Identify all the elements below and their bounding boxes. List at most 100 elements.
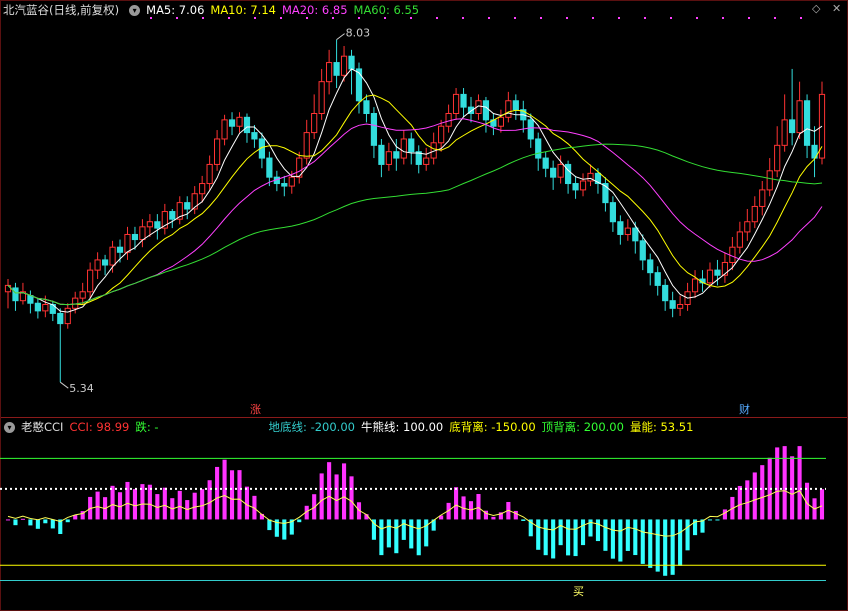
- candle-body: [101, 259, 109, 266]
- cci-bar: [177, 490, 182, 520]
- cci-bar: [244, 486, 250, 520]
- signal-dot: [332, 17, 334, 19]
- cci-bar: [685, 519, 690, 551]
- signal-dot: [696, 17, 698, 19]
- signal-dot: [384, 17, 386, 19]
- cci-bar: [722, 509, 727, 520]
- candle-body: [803, 100, 811, 146]
- cci-bar: [663, 519, 668, 576]
- candle-body: [550, 167, 557, 178]
- candle-body: [87, 269, 94, 293]
- buy-label: 买: [573, 585, 584, 598]
- signal-dot: [358, 17, 360, 19]
- cci-bar: [334, 474, 339, 520]
- cci-bar: [580, 519, 586, 546]
- cci-bar: [215, 466, 220, 520]
- candle-body: [266, 157, 273, 178]
- candle-body: [355, 68, 363, 102]
- candle-body: [27, 295, 34, 304]
- candle-body: [333, 62, 340, 76]
- signal-dot: [280, 17, 282, 19]
- cci-bar: [207, 480, 212, 520]
- candle-body: [632, 227, 639, 242]
- cci-bar: [715, 519, 720, 521]
- candle-body: [542, 157, 549, 169]
- cci-bar: [95, 491, 100, 520]
- signal-dot: [800, 17, 802, 19]
- cci-bar: [65, 519, 70, 523]
- candle-body: [691, 278, 699, 293]
- signal-dot: [254, 17, 256, 19]
- signal-dot: [592, 17, 594, 19]
- cci-bar: [476, 494, 481, 520]
- candle-body: [79, 291, 86, 299]
- candle-body: [759, 189, 766, 207]
- candle-body: [34, 302, 41, 312]
- cci-bar: [342, 463, 347, 520]
- cci-bar: [125, 481, 130, 520]
- candle-body: [146, 221, 153, 228]
- candle-body: [57, 312, 64, 325]
- candle-body: [400, 138, 407, 159]
- cci-bar: [349, 476, 354, 520]
- candle-body: [288, 176, 295, 187]
- signal-dot: [462, 17, 464, 19]
- cci-bar: [147, 484, 152, 520]
- cci-bar: [752, 472, 757, 520]
- cci-bar: [200, 489, 205, 520]
- low-price-label: 5.34: [69, 382, 94, 395]
- cci-bar: [707, 519, 713, 521]
- cci-bar: [678, 519, 683, 566]
- candle-body: [781, 119, 788, 146]
- price-annotations: 8.03 5.34 涨 财: [69, 27, 750, 416]
- candle-body: [572, 183, 579, 191]
- cci-bar: [536, 519, 541, 550]
- cci-bar: [603, 519, 608, 551]
- candle-body: [557, 163, 564, 178]
- cci-bar: [782, 446, 787, 520]
- cci-bar: [319, 473, 324, 520]
- candle-body: [12, 287, 19, 302]
- candle-body: [154, 221, 161, 229]
- cci-bar: [513, 510, 518, 520]
- high-price-pointer: [336, 33, 345, 41]
- candle-body: [609, 202, 616, 223]
- candle-body: [363, 100, 370, 115]
- candle-body: [131, 233, 139, 241]
- cci-bar: [386, 519, 391, 548]
- candle-body: [385, 151, 392, 165]
- cci-bar: [192, 492, 197, 520]
- candle-body: [497, 116, 504, 127]
- cci-bar: [282, 519, 287, 540]
- cci-bar: [454, 487, 459, 520]
- candle-body: [744, 221, 751, 233]
- signal-dot: [670, 17, 672, 19]
- cci-bar: [28, 519, 33, 526]
- cci-bar: [229, 470, 235, 520]
- cci-bar: [162, 487, 167, 520]
- candle-body: [579, 180, 587, 191]
- candle-body: [228, 119, 236, 127]
- candle-body: [482, 100, 490, 121]
- candle-body: [4, 284, 12, 293]
- candle-body: [789, 119, 796, 134]
- candle-body: [214, 138, 221, 165]
- cci-bar: [491, 516, 496, 520]
- candle-body: [729, 246, 736, 263]
- candle-body: [243, 116, 251, 134]
- signal-dot: [202, 17, 204, 19]
- cci-bar: [595, 519, 601, 542]
- cci-bar: [50, 519, 55, 529]
- cci-bar: [237, 470, 242, 520]
- signal-dot: [722, 17, 724, 19]
- cci-bar: [633, 519, 638, 556]
- cci-bar: [648, 519, 653, 568]
- candle-body: [512, 100, 519, 111]
- candle-body: [445, 113, 452, 127]
- cci-bar: [819, 489, 825, 520]
- cci-bar: [573, 519, 578, 557]
- candle-body: [774, 144, 781, 172]
- energy-line: [7, 490, 823, 537]
- candle-body: [527, 119, 534, 140]
- candle-body: [370, 113, 378, 146]
